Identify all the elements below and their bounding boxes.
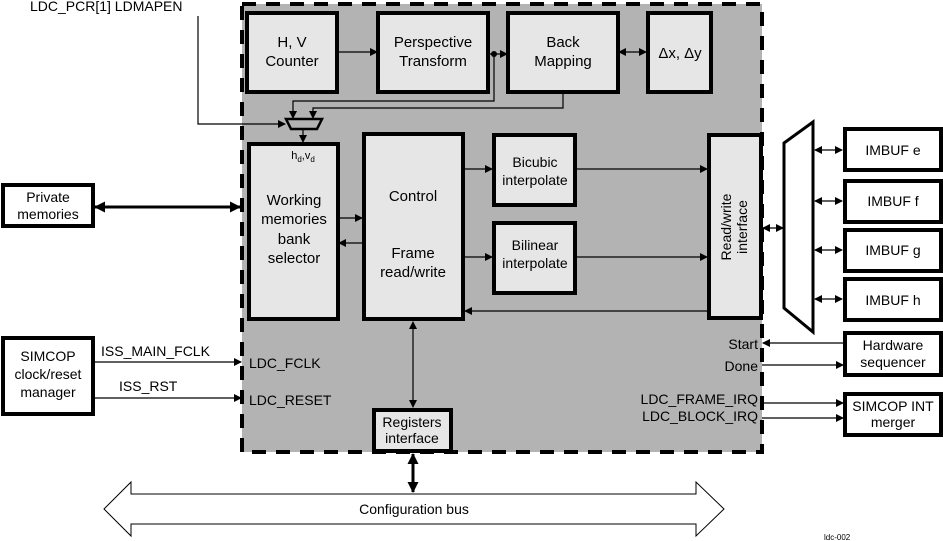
bicubic-block: Bicubic interpolate <box>492 133 577 207</box>
svg-text:interface: interface <box>734 200 750 254</box>
iss-main-fclk-label: ISS_MAIN_FCLK <box>101 343 211 359</box>
rw-interface-block: Read/write interface <box>707 133 763 320</box>
svg-text:Read/write: Read/write <box>718 193 734 260</box>
svg-text:clock/reset: clock/reset <box>15 366 82 382</box>
svg-text:SIMCOP INT: SIMCOP INT <box>852 398 934 414</box>
imbuf-switch <box>782 119 815 336</box>
iss-rst-label: ISS_RST <box>119 378 178 394</box>
ldc-fclk-port-label: LDC_FCLK <box>249 355 321 371</box>
svg-text:memories: memories <box>17 206 78 222</box>
svg-text:bank: bank <box>278 231 311 248</box>
control-block: Control Frame read/write <box>362 132 465 321</box>
svg-text:IMBUF f: IMBUF f <box>867 193 918 209</box>
svg-text:Back: Back <box>546 34 580 51</box>
svg-text:memories: memories <box>261 211 327 228</box>
ldc-reset-port-label: LDC_RESET <box>249 392 332 408</box>
registers-interface-block: Registers interface <box>372 408 453 453</box>
svg-text:Transform: Transform <box>399 53 467 70</box>
perspective-transform-block: Perspective Transform <box>376 11 490 94</box>
svg-text:Counter: Counter <box>265 53 318 70</box>
svg-text:IMBUF h: IMBUF h <box>865 292 920 308</box>
svg-text:Private: Private <box>26 189 70 205</box>
ldmapen-signal-label: LDC_PCR[1] LDMAPEN <box>30 0 183 14</box>
back-mapping-block: Back Mapping <box>506 11 620 94</box>
select-mux <box>283 117 325 131</box>
svg-text:Δx, Δy: Δx, Δy <box>658 45 702 62</box>
svg-text:Control: Control <box>389 188 437 205</box>
svg-text:selector: selector <box>268 250 321 267</box>
svg-text:IMBUF e: IMBUF e <box>865 142 920 158</box>
svg-text:Bilinear: Bilinear <box>512 237 559 253</box>
configuration-bus-label: Configuration bus <box>359 501 469 517</box>
hv-counter-block: H, V Counter <box>245 11 339 94</box>
done-port-label: Done <box>725 358 759 374</box>
private-memories-block: Private memories <box>1 183 95 228</box>
svg-text:sequencer: sequencer <box>860 354 926 370</box>
svg-text:Mapping: Mapping <box>534 53 592 70</box>
svg-text:read/write: read/write <box>380 264 446 281</box>
start-port-label: Start <box>728 336 758 352</box>
svg-text:Bicubic: Bicubic <box>512 154 557 170</box>
svg-text:Registers: Registers <box>382 414 441 430</box>
imbuf-h-block: IMBUF h <box>843 277 943 322</box>
svg-text:interpolate: interpolate <box>502 172 568 188</box>
block-irq-port-label: LDC_BLOCK_IRQ <box>642 408 758 424</box>
imbuf-e-block: IMBUF e <box>843 127 943 172</box>
svg-text:interface: interface <box>385 430 439 446</box>
svg-text:Hardware: Hardware <box>863 337 924 353</box>
svg-text:Frame: Frame <box>391 245 434 262</box>
frame-irq-port-label: LDC_FRAME_IRQ <box>641 391 759 407</box>
simcop-clock-manager-block: SIMCOP clock/reset manager <box>1 336 95 416</box>
figure-id: ldc-002 <box>824 533 851 541</box>
svg-text:SIMCOP: SIMCOP <box>20 348 75 364</box>
svg-text:interpolate: interpolate <box>502 255 568 271</box>
working-memories-block: hd,vd Working memories bank selector <box>247 142 340 321</box>
bilinear-block: Bilinear interpolate <box>492 221 577 295</box>
hardware-sequencer-block: Hardware sequencer <box>843 331 943 377</box>
svg-text:H, V: H, V <box>277 34 306 51</box>
delta-xy-block: Δx, Δy <box>646 11 713 94</box>
ldc-block-diagram: LDC_PCR[1] LDMAPEN H, V Counter Perspect… <box>1 0 943 541</box>
simcop-int-merger-block: SIMCOP INT merger <box>843 392 943 437</box>
svg-text:merger: merger <box>871 414 916 430</box>
svg-text:Working: Working <box>267 192 322 209</box>
imbuf-g-block: IMBUF g <box>843 228 943 273</box>
svg-text:manager: manager <box>20 384 76 400</box>
svg-text:IMBUF g: IMBUF g <box>865 242 920 258</box>
svg-text:Perspective: Perspective <box>394 34 472 51</box>
imbuf-f-block: IMBUF f <box>843 179 943 224</box>
